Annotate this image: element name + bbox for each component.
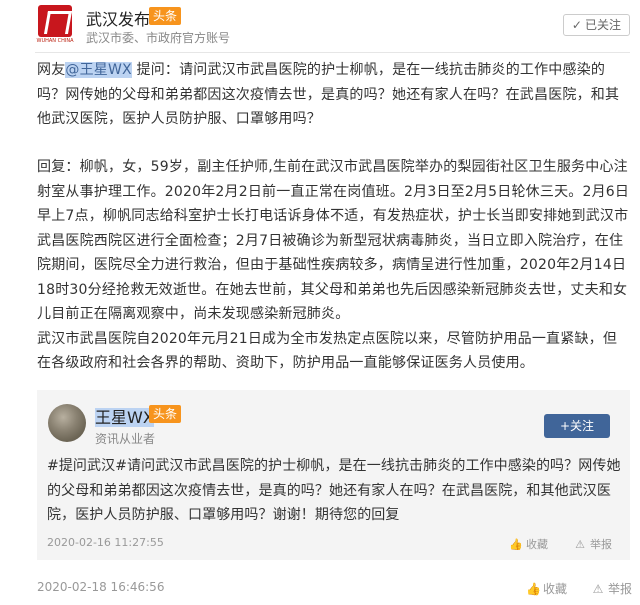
card-user-name-text: 王星WX xyxy=(95,408,154,427)
report-label: 举报 xyxy=(608,582,633,596)
user-mention-link[interactable]: @王星WX xyxy=(65,62,132,78)
card-user-name[interactable]: 王星WX xyxy=(95,404,154,428)
thumbs-up-icon: 👍 xyxy=(526,582,541,596)
mention-text: @王星WX xyxy=(65,62,132,78)
headline-badge: 头条 xyxy=(149,7,182,25)
followed-label: 已关注 xyxy=(584,18,621,32)
question-prefix: 网友 xyxy=(37,62,66,78)
answer-text: 回复：柳帆，女，59岁，副主任护师,生前在武汉市武昌医院举办的梨园街社区卫生服务… xyxy=(37,155,631,376)
answer-paragraph-2: 武汉市武昌医院自2020年元月21日成为全市发热定点医院以来，尽管防护用品一直紧… xyxy=(37,330,618,372)
account-name[interactable]: 武汉发布 xyxy=(86,6,150,30)
thumbs-up-icon: 👍 xyxy=(509,538,523,551)
check-icon: ✓ xyxy=(571,18,582,32)
card-report-label: 举报 xyxy=(590,538,612,551)
account-description: 武汉市委、市政府官方账号 xyxy=(86,31,231,45)
card-report-button[interactable]: ⚠ 举报 xyxy=(573,536,612,552)
post-timestamp: 2020-02-18 16:46:56 xyxy=(37,580,165,594)
avatar[interactable] xyxy=(48,404,86,442)
logo-mark-icon xyxy=(38,5,72,37)
header-divider xyxy=(35,52,630,53)
card-user-description: 资讯从业者 xyxy=(95,432,156,446)
post-header: WUHAN CHINA 武汉发布 头条 武汉市委、市政府官方账号 ✓ 已关注 xyxy=(0,0,640,52)
favorite-label: 收藏 xyxy=(543,582,568,596)
logo-caption: WUHAN CHINA xyxy=(36,38,74,44)
question-text: 网友@王星WX 提问：请问武汉市武昌医院的护士柳帆，是在一线抗击肺炎的工作中感染… xyxy=(37,58,631,132)
answer-paragraph-1: 回复：柳帆，女，59岁，副主任护师,生前在武汉市武昌医院举办的梨园街社区卫生服务… xyxy=(37,159,630,322)
follow-button[interactable]: +关注 xyxy=(544,414,610,438)
report-button[interactable]: ⚠ 举报 xyxy=(591,580,632,597)
quoted-question-card[interactable]: 王星WX 头条 资讯从业者 +关注 #提问武汉#请问武汉市武昌医院的护士柳帆，是… xyxy=(37,390,630,560)
card-favorite-label: 收藏 xyxy=(526,538,548,551)
card-favorite-button[interactable]: 👍 收藏 xyxy=(509,536,548,552)
favorite-button[interactable]: 👍 收藏 xyxy=(526,580,567,597)
card-timestamp: 2020-02-16 11:27:55 xyxy=(47,536,164,549)
card-question-text: #提问武汉#请问武汉市武昌医院的护士柳帆，是在一线抗击肺炎的工作中感染的吗？网传… xyxy=(47,458,621,523)
report-icon: ⚠ xyxy=(575,538,585,551)
card-headline-badge: 头条 xyxy=(149,405,182,423)
followed-button[interactable]: ✓ 已关注 xyxy=(562,14,630,36)
wuhan-release-logo[interactable]: WUHAN CHINA xyxy=(36,5,74,45)
report-icon: ⚠ xyxy=(592,582,604,596)
